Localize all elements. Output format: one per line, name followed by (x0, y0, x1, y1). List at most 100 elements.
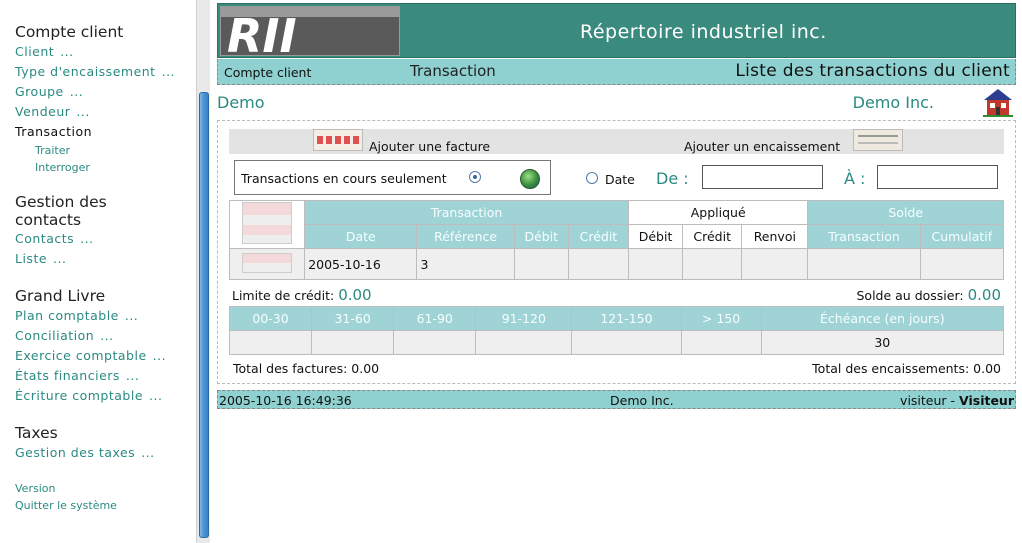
sidebar-item-conciliation[interactable]: Conciliation... (15, 326, 196, 346)
aging-value-121-150 (571, 330, 682, 355)
section-title: Compte client (15, 23, 124, 41)
row-credit (567, 248, 629, 280)
sidebar-item-transaction[interactable]: Transaction (15, 122, 196, 142)
file-balance: Solde au dossier: 0.00 (856, 286, 1001, 304)
more-dots: ... (80, 231, 94, 246)
date-radio[interactable] (586, 172, 598, 184)
aging-col-121-150: 121-150 (571, 306, 682, 331)
quit-link[interactable]: Quitter le système (15, 497, 196, 514)
doc-header-icon (228, 200, 306, 249)
company-name: Demo Inc. (852, 93, 934, 112)
col-balance-cumulative: Cumulatif (919, 224, 1005, 249)
invoice-icon[interactable] (313, 129, 363, 151)
sidebar-item-contacts[interactable]: Contacts... (15, 229, 196, 249)
col-debit: Débit (513, 224, 569, 249)
footer: 2005-10-16 16:49:36 Demo Inc. visiteur -… (217, 390, 1016, 409)
more-dots: ... (53, 251, 67, 266)
sidebar-item-label: Liste (15, 251, 48, 266)
aging-value-61-90 (393, 330, 477, 355)
row-reference: 3 (416, 248, 515, 280)
version-link[interactable]: Version (15, 480, 196, 497)
section-gestion-contacts: Gestion des contacts Contacts... Liste..… (15, 193, 196, 269)
globe-icon[interactable] (520, 169, 540, 189)
aging-value-91-120 (475, 330, 573, 355)
main-area: RII Répertoire industriel inc. Compte cl… (217, 3, 1016, 409)
limits-line: Limite de crédit: 0.00 Solde au dossier:… (229, 280, 1004, 306)
table-row[interactable]: 2005-10-16 3 (228, 248, 1005, 280)
from-date-input[interactable] (702, 165, 823, 189)
sidebar-item-groupe[interactable]: Groupe... (15, 82, 196, 102)
credit-limit: Limite de crédit: 0.00 (232, 286, 372, 304)
aging-value-due: 30 (760, 330, 1005, 355)
sidebar-item-label: Gestion des taxes (15, 445, 136, 460)
aging-col-31-60: 31-60 (311, 306, 395, 331)
user-line: Demo Demo Inc. (217, 85, 1016, 119)
sidebar-item-label: Plan comptable (15, 308, 119, 323)
aging-value-31-60 (311, 330, 395, 355)
banner-title: Répertoire industriel inc. (580, 21, 827, 43)
sidebar-item-ecriture-comptable[interactable]: Écriture comptable... (15, 386, 196, 406)
more-dots: ... (125, 368, 140, 383)
footer-user: visiteur - Visiteur (900, 393, 1014, 408)
sidebar-item-label: Groupe (15, 84, 64, 99)
more-dots: ... (149, 388, 163, 403)
credit-limit-label: Limite de crédit: (232, 288, 335, 303)
to-date-input[interactable] (877, 165, 998, 189)
add-receipt-link[interactable]: Ajouter un encaissement (684, 139, 840, 154)
current-only-label: Transactions en cours seulement (241, 171, 447, 186)
sidebar-item-label: Type d'encaissement (15, 64, 156, 79)
sidebar: Compte client Client... Type d'encaissem… (0, 0, 196, 543)
aging-row: 30 (228, 330, 1005, 355)
group-applied-header: Appliqué (627, 200, 809, 225)
sidebar-item-vendeur[interactable]: Vendeur... (15, 102, 196, 122)
sidebar-scrollbar[interactable] (196, 0, 210, 543)
sidebar-item-gestion-taxes[interactable]: Gestion des taxes... (15, 443, 196, 463)
aging-value-150-plus (680, 330, 762, 355)
sidebar-item-plan-comptable[interactable]: Plan comptable... (15, 306, 196, 326)
add-invoice-link[interactable]: Ajouter une facture (369, 139, 490, 154)
col-date: Date (304, 224, 418, 249)
aging-table: 00-30 31-60 61-90 91-120 121-150 > 150 É… (228, 306, 1005, 355)
file-balance-label: Solde au dossier: (856, 288, 964, 303)
sidebar-item-liste[interactable]: Liste... (15, 249, 196, 269)
section-title: Grand Livre (15, 287, 106, 305)
breadcrumb-section[interactable]: Transaction (410, 62, 496, 80)
sidebar-subitem-traiter[interactable]: Traiter (15, 142, 196, 159)
sidebar-item-type-encaissement[interactable]: Type d'encaissement... (15, 62, 196, 82)
footer-user-prefix: visiteur - (900, 393, 960, 408)
home-icon[interactable] (982, 87, 1014, 117)
current-only-radio[interactable] (469, 171, 481, 183)
row-doc-icon[interactable] (228, 248, 306, 280)
row-balance-cumulative (919, 248, 1005, 280)
row-balance-transaction (807, 248, 921, 280)
date-label: Date (605, 172, 635, 187)
credit-limit-value: 0.00 (338, 286, 372, 304)
sidebar-item-etats-financiers[interactable]: États financiers... (15, 366, 196, 386)
from-label: De : (656, 169, 689, 188)
sidebar-subitem-interroger[interactable]: Interroger (15, 159, 196, 176)
aging-col-91-120: 91-120 (475, 306, 573, 331)
sidebar-item-client[interactable]: Client... (15, 42, 196, 62)
col-applied-debit: Débit (627, 224, 684, 249)
content-panel: Ajouter une facture Ajouter un encaissem… (217, 120, 1016, 384)
footer-user-name: Visiteur (959, 393, 1014, 408)
row-renvoi (741, 248, 809, 280)
more-dots: ... (60, 44, 74, 59)
logo-text: RII (227, 9, 297, 55)
row-applied-debit (627, 248, 684, 280)
scrollbar-thumb[interactable] (199, 92, 209, 538)
row-applied-credit (682, 248, 743, 280)
sidebar-item-label: Écriture comptable (15, 388, 144, 403)
breadcrumb-client[interactable]: Compte client (224, 65, 311, 80)
transactions-table: Transaction Appliqué Solde Date Référenc… (228, 200, 1005, 280)
to-label: À : (844, 169, 866, 188)
aging-value-0-30 (228, 330, 313, 355)
more-dots: ... (124, 308, 139, 323)
receipt-icon[interactable] (853, 129, 903, 151)
user-name: Demo (217, 93, 265, 112)
col-credit: Crédit (567, 224, 629, 249)
group-transaction-header: Transaction (304, 200, 629, 225)
sidebar-item-exercice-comptable[interactable]: Exercice comptable... (15, 346, 196, 366)
row-debit (513, 248, 569, 280)
action-bar: Ajouter une facture Ajouter un encaissem… (229, 129, 1004, 154)
